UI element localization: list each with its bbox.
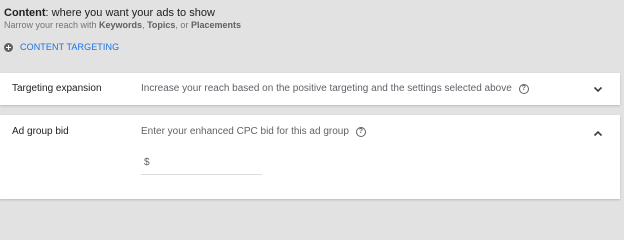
ad-group-bid-description-text: Enter your enhanced CPC bid for this ad … xyxy=(141,126,349,137)
content-title-bold: Content xyxy=(4,7,46,19)
targeting-expansion-panel[interactable]: Targeting expansion Increase your reach … xyxy=(0,73,620,105)
subtitle-keywords: Keywords xyxy=(99,20,143,30)
help-icon[interactable]: ? xyxy=(355,126,366,137)
targeting-expansion-description-text: Increase your reach based on the positiv… xyxy=(141,83,512,94)
content-targeting-label: CONTENT TARGETING xyxy=(20,42,120,52)
chevron-down-icon[interactable] xyxy=(593,84,603,94)
bid-input-field[interactable]: $ xyxy=(141,153,262,175)
add-circle-icon xyxy=(4,42,13,52)
subtitle-placements: Placements xyxy=(190,20,241,30)
currency-symbol: $ xyxy=(144,157,150,168)
targeting-expansion-description: Increase your reach based on the positiv… xyxy=(141,83,529,94)
content-section: Content: where you want your ads to show… xyxy=(0,0,624,66)
ad-group-bid-label: Ad group bid xyxy=(12,126,69,137)
subtitle-topics: Topics xyxy=(147,20,176,30)
subtitle-prefix: Narrow your reach with xyxy=(4,20,100,30)
targeting-expansion-label: Targeting expansion xyxy=(12,83,102,94)
ad-group-bid-panel: Ad group bid Enter your enhanced CPC bid… xyxy=(0,115,620,199)
content-title-rest: : where you want your ads to show xyxy=(45,7,215,19)
bid-input[interactable] xyxy=(155,155,259,171)
ad-group-bid-description: Enter your enhanced CPC bid for this ad … xyxy=(141,126,366,137)
content-subtitle: Narrow your reach with Keywords, Topics,… xyxy=(4,20,241,31)
chevron-up-icon[interactable] xyxy=(593,129,603,139)
subtitle-sep2: , or xyxy=(175,20,191,30)
content-targeting-button[interactable]: CONTENT TARGETING xyxy=(4,41,119,53)
help-icon[interactable]: ? xyxy=(518,83,529,94)
content-title: Content: where you want your ads to show xyxy=(4,7,215,20)
